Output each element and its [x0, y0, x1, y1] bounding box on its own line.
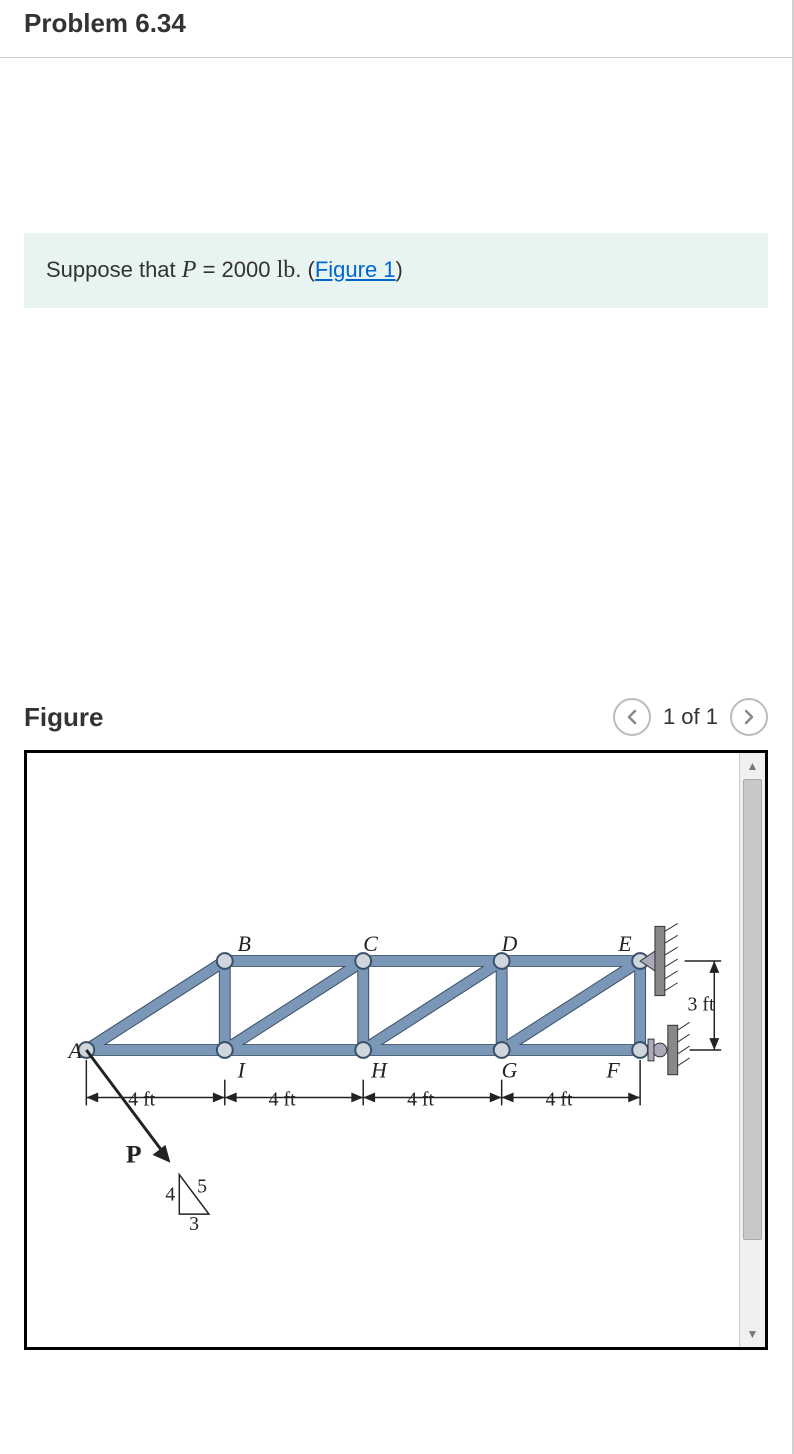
height-dim: 3 ft [688, 993, 715, 1015]
figure-canvas: A B C D E F G H I 4 ft 4 ft 4 ft 4 ft [27, 753, 739, 1347]
figure-scrollbar[interactable]: ▲ ▼ [739, 753, 765, 1347]
slope-triangle: 4 3 5 [165, 1175, 209, 1235]
instruction-unit: lb [277, 257, 296, 283]
svg-text:3: 3 [189, 1213, 199, 1235]
instruction-box: Suppose that P = 2000 lb. (Figure 1) [24, 233, 768, 308]
scroll-down-icon[interactable]: ▼ [740, 1321, 765, 1347]
scroll-thumb[interactable] [743, 779, 762, 1240]
force-label: P [126, 1140, 142, 1169]
span-dim-4: 4 ft [546, 1088, 573, 1110]
instruction-suffix: . ( [295, 257, 315, 282]
truss-diagram: A B C D E F G H I 4 ft 4 ft 4 ft 4 ft [27, 753, 739, 1347]
joint-label-d: D [501, 932, 518, 956]
problem-title: Problem 6.34 [24, 8, 768, 39]
joint-label-i: I [237, 1059, 247, 1083]
svg-text:5: 5 [197, 1175, 207, 1197]
scroll-track[interactable] [740, 779, 765, 1321]
instruction-prefix: Suppose that [46, 257, 182, 282]
chevron-right-icon [743, 709, 755, 725]
prev-button[interactable] [613, 698, 651, 736]
joint-label-g: G [502, 1059, 518, 1083]
svg-text:4: 4 [165, 1183, 175, 1205]
roller-support-icon [648, 1022, 690, 1074]
instruction-var: P [182, 257, 197, 283]
joint-label-b: B [238, 932, 251, 956]
instruction-eq: = 2000 [196, 257, 276, 282]
figure-box: A B C D E F G H I 4 ft 4 ft 4 ft 4 ft [24, 750, 768, 1350]
figure-count: 1 of 1 [663, 704, 718, 730]
instruction-close: ) [396, 257, 403, 282]
scroll-up-icon[interactable]: ▲ [740, 753, 765, 779]
next-button[interactable] [730, 698, 768, 736]
joint-label-c: C [363, 932, 378, 956]
figure-link[interactable]: Figure 1 [315, 257, 396, 282]
joint-label-h: H [370, 1059, 388, 1083]
chevron-left-icon [626, 709, 638, 725]
span-dim-1: 4 ft [128, 1088, 155, 1110]
span-dim-2: 4 ft [269, 1088, 296, 1110]
figure-label: Figure [24, 702, 103, 733]
joint-label-a: A [67, 1039, 83, 1063]
span-dim-3: 4 ft [407, 1088, 434, 1110]
joint-label-f: F [605, 1059, 620, 1083]
joint-label-e: E [617, 932, 631, 956]
figure-nav: 1 of 1 [613, 698, 768, 736]
